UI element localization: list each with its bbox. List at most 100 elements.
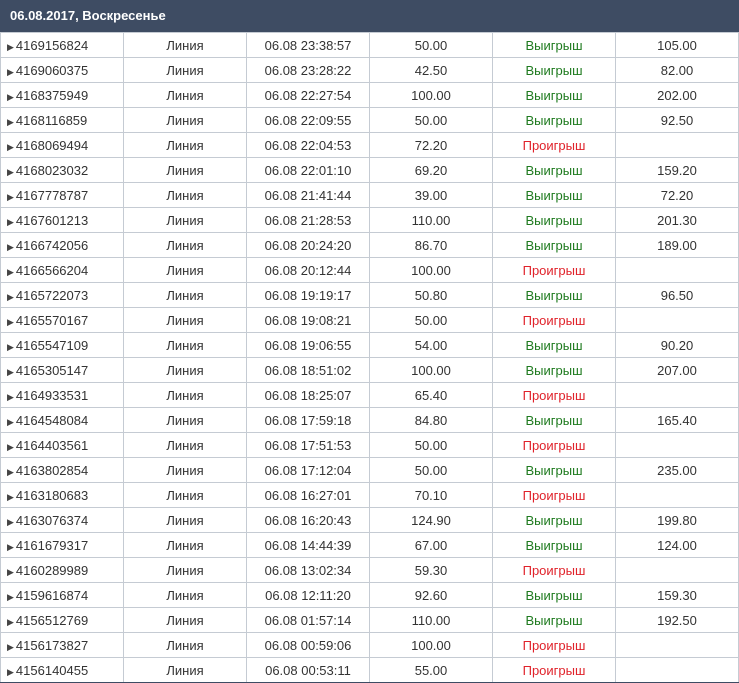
bet-row[interactable]: ▶ 4160289989 Линия 06.08 13:02:34 59.30 Проиг…: [0, 557, 739, 583]
bet-row[interactable]: ▶ 4169060375 Линия 06.08 23:28:22 42.50 Выигр…: [0, 57, 739, 83]
bet-time: 06.08 00:53:11: [246, 657, 370, 683]
expand-arrow-icon[interactable]: ▶: [7, 242, 14, 252]
bet-id-cell[interactable]: ▶ 4166742056: [0, 232, 124, 258]
bet-id: 4167601213: [15, 212, 89, 228]
bet-row[interactable]: ▶ 4164548084 Линия 06.08 17:59:18 84.80 Выигр…: [0, 407, 739, 433]
bet-stake: 50.00: [369, 432, 493, 458]
bet-id-cell[interactable]: ▶ 4160289989: [0, 557, 124, 583]
bet-id-cell[interactable]: ▶ 4164933531: [0, 382, 124, 408]
expand-arrow-icon[interactable]: ▶: [7, 542, 14, 552]
expand-arrow-icon[interactable]: ▶: [7, 642, 14, 652]
expand-arrow-icon[interactable]: ▶: [7, 92, 14, 102]
expand-arrow-icon[interactable]: ▶: [7, 467, 14, 477]
bet-row[interactable]: ▶ 4167778787 Линия 06.08 21:41:44 39.00 Выигр…: [0, 182, 739, 208]
bet-row[interactable]: ▶ 4156173827 Линия 06.08 00:59:06 100.00 Прои…: [0, 632, 739, 658]
bet-row[interactable]: ▶ 4165722073 Линия 06.08 19:19:17 50.80 Выигр…: [0, 282, 739, 308]
bet-id-cell[interactable]: ▶ 4165570167: [0, 307, 124, 333]
bet-row[interactable]: ▶ 4165305147 Линия 06.08 18:51:02 100.00 Выиг…: [0, 357, 739, 383]
bet-id: 4168375949: [15, 87, 89, 103]
bet-id-cell[interactable]: ▶ 4169060375: [0, 57, 124, 83]
bet-row[interactable]: ▶ 4168375949 Линия 06.08 22:27:54 100.00 Выиг…: [0, 82, 739, 108]
bet-id-cell[interactable]: ▶ 4159616874: [0, 582, 124, 608]
expand-arrow-icon[interactable]: ▶: [7, 617, 14, 627]
expand-arrow-icon[interactable]: ▶: [7, 492, 14, 502]
expand-arrow-icon[interactable]: ▶: [7, 342, 14, 352]
bet-id-cell[interactable]: ▶ 4163802854: [0, 457, 124, 483]
bet-id-cell[interactable]: ▶ 4165305147: [0, 357, 124, 383]
bet-time: 06.08 16:20:43: [246, 507, 370, 533]
bet-id-cell[interactable]: ▶ 4165722073: [0, 282, 124, 308]
expand-arrow-icon[interactable]: ▶: [7, 167, 14, 177]
bet-result: Выигрыш: [492, 157, 616, 183]
bet-id-cell[interactable]: ▶ 4168116859: [0, 107, 124, 133]
bet-id-cell[interactable]: ▶ 4169156824: [0, 32, 124, 58]
bet-row[interactable]: ▶ 4166566204 Линия 06.08 20:12:44 100.00 Прои…: [0, 257, 739, 283]
bet-type: Линия: [123, 132, 247, 158]
bet-id-cell[interactable]: ▶ 4167778787: [0, 182, 124, 208]
expand-arrow-icon[interactable]: ▶: [7, 592, 14, 602]
bet-id-cell[interactable]: ▶ 4166566204: [0, 257, 124, 283]
expand-arrow-icon[interactable]: ▶: [7, 292, 14, 302]
bet-id: 4163802854: [15, 462, 89, 478]
bet-id-cell[interactable]: ▶ 4163180683: [0, 482, 124, 508]
bet-row[interactable]: ▶ 4168023032 Линия 06.08 22:01:10 69.20 Выигр…: [0, 157, 739, 183]
expand-arrow-icon[interactable]: ▶: [7, 117, 14, 127]
bet-result: Выигрыш: [492, 182, 616, 208]
bet-time: 06.08 13:02:34: [246, 557, 370, 583]
bet-row[interactable]: ▶ 4161679317 Линия 06.08 14:44:39 67.00 Выигр…: [0, 532, 739, 558]
bet-stake: 67.00: [369, 532, 493, 558]
expand-arrow-icon[interactable]: ▶: [7, 517, 14, 527]
bet-id-cell[interactable]: ▶ 4156173827: [0, 632, 124, 658]
bet-row[interactable]: ▶ 4164403561 Линия 06.08 17:51:53 50.00 Проиг…: [0, 432, 739, 458]
bet-row[interactable]: ▶ 4166742056 Линия 06.08 20:24:20 86.70 Выигр…: [0, 232, 739, 258]
bet-result: Выигрыш: [492, 232, 616, 258]
expand-arrow-icon[interactable]: ▶: [7, 392, 14, 402]
bet-row[interactable]: ▶ 4163802854 Линия 06.08 17:12:04 50.00 Выигр…: [0, 457, 739, 483]
bet-stake: 92.60: [369, 582, 493, 608]
bet-id-cell[interactable]: ▶ 4164403561: [0, 432, 124, 458]
bet-time: 06.08 17:59:18: [246, 407, 370, 433]
expand-arrow-icon[interactable]: ▶: [7, 417, 14, 427]
bet-result: Проигрыш: [492, 307, 616, 333]
bet-row[interactable]: ▶ 4168069494 Линия 06.08 22:04:53 72.20 Проиг…: [0, 132, 739, 158]
expand-arrow-icon[interactable]: ▶: [7, 317, 14, 327]
bet-id-cell[interactable]: ▶ 4156512769: [0, 607, 124, 633]
expand-arrow-icon[interactable]: ▶: [7, 42, 14, 52]
expand-arrow-icon[interactable]: ▶: [7, 192, 14, 202]
expand-arrow-icon[interactable]: ▶: [7, 267, 14, 277]
bet-stake: 50.00: [369, 307, 493, 333]
bet-row[interactable]: ▶ 4163076374 Линия 06.08 16:20:43 124.90 Выиг…: [0, 507, 739, 533]
bet-row[interactable]: ▶ 4165570167 Линия 06.08 19:08:21 50.00 Проиг…: [0, 307, 739, 333]
bet-row[interactable]: ▶ 4164933531 Линия 06.08 18:25:07 65.40 Проиг…: [0, 382, 739, 408]
expand-arrow-icon[interactable]: ▶: [7, 567, 14, 577]
expand-arrow-icon[interactable]: ▶: [7, 442, 14, 452]
bet-id-cell[interactable]: ▶ 4156140455: [0, 657, 124, 683]
bet-row[interactable]: ▶ 4156512769 Линия 06.08 01:57:14 110.00 Выиг…: [0, 607, 739, 633]
bet-id-cell[interactable]: ▶ 4168023032: [0, 157, 124, 183]
bet-payout: 92.50: [615, 107, 739, 133]
expand-arrow-icon[interactable]: ▶: [7, 667, 14, 677]
bet-row[interactable]: ▶ 4169156824 Линия 06.08 23:38:57 50.00 Выигр…: [0, 32, 739, 58]
bet-id-cell[interactable]: ▶ 4161679317: [0, 532, 124, 558]
bet-id: 4161679317: [15, 537, 89, 553]
bet-result: Выигрыш: [492, 107, 616, 133]
expand-arrow-icon[interactable]: ▶: [7, 217, 14, 227]
bet-row[interactable]: ▶ 4168116859 Линия 06.08 22:09:55 50.00 Выигр…: [0, 107, 739, 133]
expand-arrow-icon[interactable]: ▶: [7, 67, 14, 77]
bet-id: 4169060375: [15, 62, 89, 78]
bet-stake: 59.30: [369, 557, 493, 583]
bet-id-cell[interactable]: ▶ 4163076374: [0, 507, 124, 533]
expand-arrow-icon[interactable]: ▶: [7, 367, 14, 377]
bet-row[interactable]: ▶ 4159616874 Линия 06.08 12:11:20 92.60 Выигр…: [0, 582, 739, 608]
bet-id-cell[interactable]: ▶ 4168375949: [0, 82, 124, 108]
bet-id: 4168116859: [15, 112, 88, 128]
bet-id-cell[interactable]: ▶ 4165547109: [0, 332, 124, 358]
bet-row[interactable]: ▶ 4165547109 Линия 06.08 19:06:55 54.00 Выигр…: [0, 332, 739, 358]
bet-row[interactable]: ▶ 4167601213 Линия 06.08 21:28:53 110.00 Выиг…: [0, 207, 739, 233]
expand-arrow-icon[interactable]: ▶: [7, 142, 14, 152]
bet-row[interactable]: ▶ 4163180683 Линия 06.08 16:27:01 70.10 Проиг…: [0, 482, 739, 508]
bet-id-cell[interactable]: ▶ 4167601213: [0, 207, 124, 233]
bet-id-cell[interactable]: ▶ 4168069494: [0, 132, 124, 158]
bet-id-cell[interactable]: ▶ 4164548084: [0, 407, 124, 433]
bet-row[interactable]: ▶ 4156140455 Линия 06.08 00:53:11 55.00 Проиг…: [0, 657, 739, 683]
